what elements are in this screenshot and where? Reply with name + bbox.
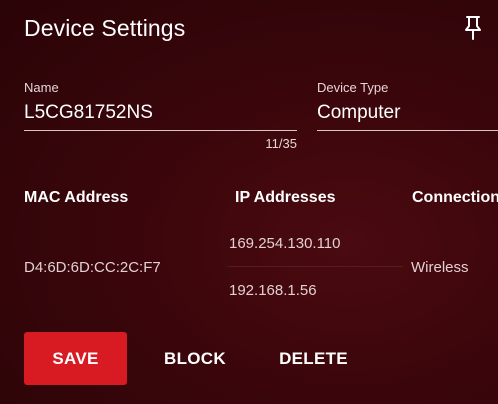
mac-address-value: D4:6D:6D:CC:2C:F7 [24, 259, 161, 276]
device-type-underline [317, 130, 498, 131]
connection-header: Connection [412, 189, 498, 206]
save-button[interactable]: SAVE [24, 332, 127, 385]
name-underline [24, 130, 297, 131]
connection-value: Wireless [411, 259, 469, 276]
name-value[interactable]: L5CG81752NS [24, 102, 153, 124]
device-type-label: Device Type [317, 80, 389, 95]
ip-divider [228, 266, 403, 267]
ip-address-value: 169.254.130.110 [229, 235, 341, 252]
panel-title: Device Settings [24, 15, 186, 41]
ip-addresses-header: IP Addresses [235, 189, 336, 206]
device-settings-panel: Device Settings Name L5CG81752NS 11/35 D… [0, 0, 498, 404]
mac-address-header: MAC Address [24, 189, 129, 206]
block-button[interactable]: BLOCK [150, 332, 240, 385]
device-type-value[interactable]: Computer [317, 102, 400, 124]
delete-button[interactable]: DELETE [266, 332, 361, 385]
name-label: Name [24, 80, 59, 95]
pin-icon[interactable] [463, 15, 483, 41]
ip-address-value: 192.168.1.56 [229, 282, 317, 299]
name-char-counter: 11/35 [265, 136, 297, 151]
